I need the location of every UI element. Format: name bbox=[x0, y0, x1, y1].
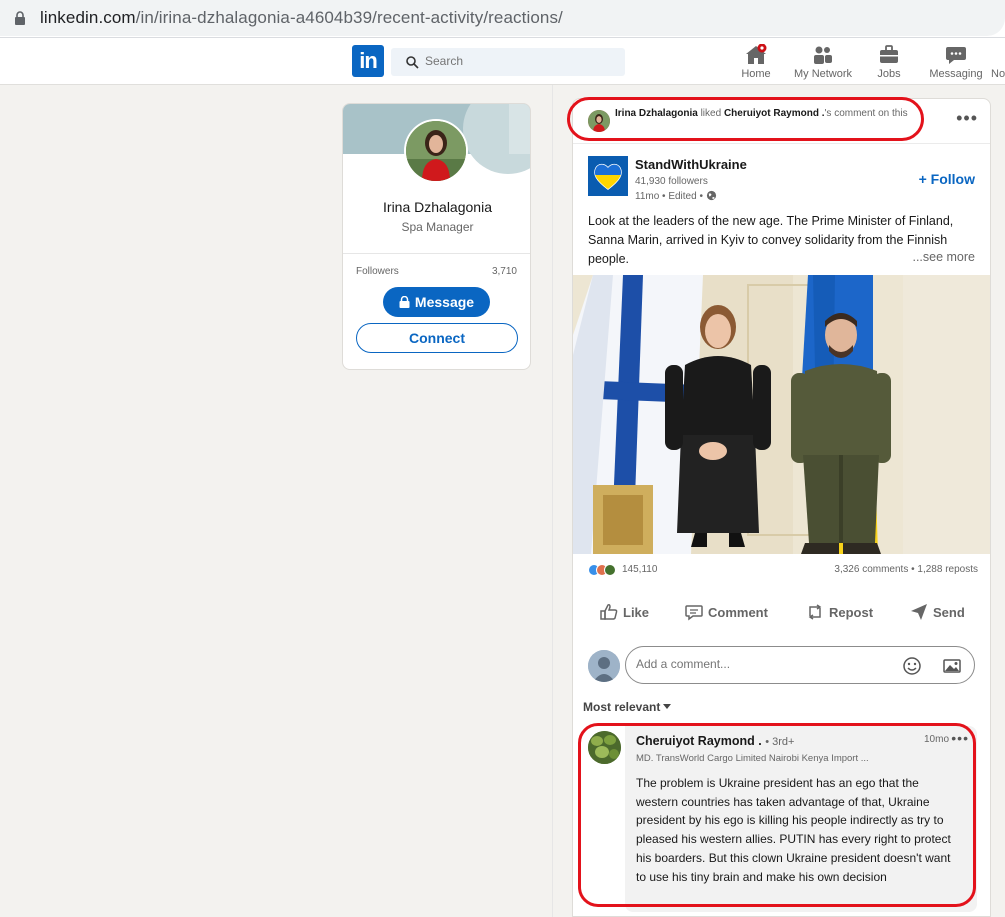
post-image[interactable] bbox=[573, 275, 990, 554]
url-host: linkedin.com bbox=[40, 8, 136, 27]
heart-icon bbox=[588, 156, 628, 196]
post-actions: Like Comment Repost Send bbox=[573, 594, 990, 634]
bell-icon bbox=[998, 44, 999, 66]
url-text[interactable]: linkedin.com/in/irina-dzhalagonia-a4604b… bbox=[40, 8, 563, 28]
profile-avatar[interactable] bbox=[404, 119, 468, 183]
like-button[interactable]: Like bbox=[599, 602, 649, 626]
nav-jobs-label: Jobs bbox=[877, 68, 901, 80]
caret-down-icon bbox=[663, 704, 672, 709]
leaders-photo bbox=[573, 275, 990, 554]
chat-icon bbox=[946, 47, 966, 64]
like-label: Like bbox=[623, 605, 650, 620]
highlight-box-activity bbox=[567, 97, 924, 141]
nav-jobs[interactable]: Jobs bbox=[854, 42, 924, 82]
send-label: Send bbox=[933, 605, 965, 620]
comment-button[interactable]: Comment bbox=[684, 602, 768, 626]
search-icon bbox=[406, 56, 419, 69]
user-silhouette bbox=[588, 650, 620, 682]
emoji-icon[interactable] bbox=[902, 656, 922, 676]
repost-icon bbox=[808, 604, 822, 620]
repost-label: Repost bbox=[829, 605, 874, 620]
comments-reposts-count[interactable]: 3,326 comments • 1,288 reposts bbox=[834, 564, 978, 575]
see-more-link[interactable]: ...see more bbox=[908, 250, 975, 264]
people-icon bbox=[814, 46, 832, 64]
nav-my-network[interactable]: My Network bbox=[788, 42, 858, 82]
comment-label: Comment bbox=[708, 605, 768, 620]
column-divider bbox=[552, 85, 553, 917]
more-options-icon[interactable]: ••• bbox=[956, 108, 978, 129]
followers-count: 3,710 bbox=[491, 266, 517, 277]
comment-input[interactable] bbox=[636, 657, 886, 671]
sort-dropdown[interactable]: Most relevant bbox=[583, 700, 672, 714]
briefcase-icon bbox=[880, 45, 898, 63]
reaction-icons[interactable] bbox=[588, 563, 622, 577]
nav-notifications[interactable]: No bbox=[978, 42, 1005, 82]
browser-address-bar: linkedin.com/in/irina-dzhalagonia-a4604b… bbox=[0, 0, 1005, 38]
followers-label: Followers bbox=[356, 266, 399, 277]
comment-box[interactable] bbox=[625, 646, 975, 684]
search-box[interactable] bbox=[391, 48, 625, 76]
lock-icon bbox=[15, 11, 25, 25]
linkedin-logo[interactable]: in bbox=[352, 45, 384, 77]
nav-home-label: Home bbox=[741, 68, 771, 80]
post-meta: 11mo • Edited • bbox=[635, 190, 717, 202]
url-path: /in/irina-dzhalagonia-a4604b39/recent-ac… bbox=[135, 8, 563, 27]
globe-icon bbox=[706, 190, 716, 201]
banner-strip bbox=[509, 104, 530, 154]
home-icon bbox=[746, 44, 767, 64]
thumbs-up-icon bbox=[600, 604, 618, 620]
org-logo[interactable] bbox=[588, 156, 628, 196]
org-name[interactable]: StandWithUkraine bbox=[635, 157, 747, 172]
sort-label: Most relevant bbox=[583, 700, 661, 714]
search-input[interactable] bbox=[425, 54, 605, 68]
profile-title: Spa Manager bbox=[401, 220, 474, 234]
nav-home[interactable]: Home bbox=[721, 42, 791, 82]
profile-photo bbox=[406, 121, 466, 181]
send-button[interactable]: Send bbox=[909, 602, 965, 626]
highlight-box-comment bbox=[578, 723, 976, 907]
nav-notifications-label: No bbox=[991, 68, 1005, 80]
divider bbox=[343, 253, 530, 254]
comment-icon bbox=[685, 605, 703, 621]
repost-button[interactable]: Repost bbox=[805, 602, 873, 626]
send-icon bbox=[911, 604, 927, 620]
org-followers: 41,930 followers bbox=[635, 176, 708, 187]
post-time: 11mo • Edited • bbox=[635, 191, 703, 202]
nav-my-network-label: My Network bbox=[793, 68, 853, 80]
message-button-label: Message bbox=[414, 294, 475, 310]
connect-button[interactable]: Connect bbox=[356, 323, 518, 353]
message-button[interactable]: Message bbox=[383, 287, 490, 317]
url-bar[interactable]: linkedin.com/in/irina-dzhalagonia-a4604b… bbox=[0, 0, 1005, 36]
current-user-avatar[interactable] bbox=[588, 650, 620, 682]
image-icon[interactable] bbox=[942, 656, 962, 676]
lock-icon bbox=[399, 296, 410, 308]
profile-card: Irina Dzhalagonia Spa Manager Followers … bbox=[342, 103, 531, 370]
social-counts: 145,110 3,326 comments • 1,288 reposts bbox=[588, 563, 978, 577]
reactions-count[interactable]: 145,110 bbox=[622, 564, 657, 575]
top-nav: in Home My Network Jobs bbox=[0, 38, 1005, 85]
follow-button[interactable]: + Follow bbox=[919, 171, 975, 187]
profile-name[interactable]: Irina Dzhalagonia bbox=[343, 199, 530, 215]
